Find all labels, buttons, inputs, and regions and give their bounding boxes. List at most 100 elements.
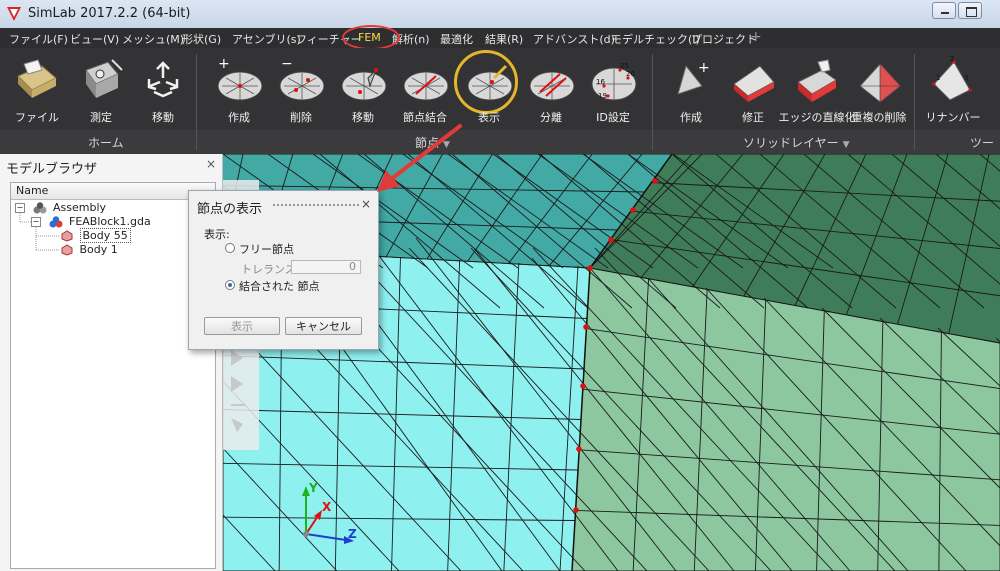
move-button[interactable]: 移動 [132, 54, 194, 130]
menu-bar: ファイル(F) ビュー(V) メッシュ(M) 形状(G) アセンブリ(s) フィ… [0, 28, 1000, 48]
z-axis-label: Z [348, 527, 357, 541]
svg-text:+: + [218, 56, 230, 72]
tree-item-feablock[interactable]: − FEABlock1.gda [31, 215, 151, 229]
node-display-dialog: 節点の表示 × 表示: フリー節点 トレランス 0 結合された 節点 表示 キャ… [188, 190, 379, 350]
title-bar: SimLab 2017.2.2 (64-bit) [0, 0, 1000, 29]
add-tab-icon[interactable]: + [750, 29, 762, 45]
tolerance-input[interactable]: 0 [291, 260, 361, 274]
show-button[interactable]: 表示 [204, 317, 280, 335]
ribbon: ファイル 測定 移動 ホーム + 作成 − 削除 移動 節点結合 表示 分離 2… [0, 48, 1000, 154]
solid-group-text: ソリッドレイヤー [743, 136, 839, 150]
move-button-label: 移動 [152, 111, 174, 124]
node-id-number: 26 [626, 70, 635, 78]
node-merge-icon [403, 71, 449, 101]
tools-group-label: ツー [970, 136, 995, 150]
menu-model-check[interactable]: モデルチェック(I) [611, 31, 700, 47]
merged-node-marker[interactable] [573, 507, 579, 513]
menu-view[interactable]: ビュー(V) [70, 31, 119, 47]
merged-node-marker[interactable] [576, 446, 582, 452]
tree-item-label: Body 1 [79, 243, 118, 256]
solid-group-label: ソリッドレイヤー ▼ [743, 134, 850, 151]
model-browser-title: モデルブラウザ [6, 162, 98, 177]
node-delete-icon: − [279, 56, 325, 101]
close-icon[interactable]: × [361, 197, 371, 211]
node-id-number: 25 [620, 62, 629, 70]
renumber-button[interactable]: 1 2 3 リナンバー [922, 54, 984, 130]
measure-icon [85, 59, 123, 98]
merged-nodes-label[interactable]: 結合された 節点 [239, 278, 320, 294]
free-nodes-radio[interactable] [225, 243, 235, 253]
merged-node-marker[interactable] [630, 207, 636, 213]
model-tree: Name − Assembly − FEABlock1.gda Body 55 … [10, 182, 216, 569]
node-id-button[interactable]: 25 26 16 19 ID設定 [582, 54, 644, 130]
merged-node-marker[interactable] [608, 237, 614, 243]
menu-advanced[interactable]: アドバンスト(d) [533, 31, 615, 47]
collapse-icon[interactable]: − [15, 203, 25, 213]
dialog-drag-handle[interactable] [273, 204, 359, 210]
merged-node-marker[interactable] [580, 383, 586, 389]
svg-text:−: − [281, 56, 293, 72]
tolerance-label: トレランス [241, 263, 296, 276]
maximize-button[interactable] [958, 2, 982, 19]
menu-project[interactable]: プロジェクト [691, 31, 757, 47]
node-move-icon [341, 68, 387, 101]
node-id-icon: 25 26 16 19 [591, 62, 637, 101]
remove-duplicate-button[interactable]: 重複の削除 [848, 54, 910, 130]
tree-item-body-1[interactable]: Body 1 [61, 243, 118, 257]
close-icon[interactable]: × [206, 157, 216, 171]
solid-modify-icon [733, 65, 775, 102]
merged-node-marker[interactable] [652, 178, 658, 184]
home-group-label: ホーム [88, 136, 124, 150]
remove-duplicate-icon [859, 63, 901, 103]
solid-modify-button[interactable]: 修正 [722, 54, 784, 130]
menu-mesh[interactable]: メッシュ(M) [122, 31, 184, 47]
minimize-button[interactable] [932, 2, 956, 19]
file-button[interactable]: ファイル [6, 54, 68, 130]
cancel-button[interactable]: キャンセル [285, 317, 362, 335]
separator-solid-tools [914, 54, 915, 150]
move-arrows-icon [147, 61, 179, 98]
tree-item-assembly[interactable]: − Assembly [15, 201, 106, 215]
remove-duplicate-label: 重複の削除 [851, 111, 907, 124]
collapse-icon[interactable]: − [31, 217, 41, 227]
tree-column-header[interactable]: Name [11, 183, 215, 200]
assembly-icon [33, 202, 46, 214]
file-folder-icon [17, 59, 57, 98]
tree-item-body-55[interactable]: Body 55 [61, 228, 131, 243]
menu-results[interactable]: 結果(R) [485, 31, 523, 47]
group-expand-icon[interactable]: ▼ [443, 140, 450, 150]
simlab-logo-icon [7, 7, 21, 21]
fem-annotation-circle [342, 25, 400, 50]
menu-file[interactable]: ファイル(F) [9, 31, 68, 47]
display-section-label: 表示: [204, 228, 230, 241]
solid-create-icon: + [677, 60, 710, 95]
menu-optimization[interactable]: 最適化 [440, 31, 473, 47]
node-id-number: 19 [598, 92, 607, 100]
group-expand-icon[interactable]: ▼ [843, 140, 850, 150]
axis-triad: Y X Z [302, 481, 357, 544]
window-title: SimLab 2017.2.2 (64-bit) [28, 6, 191, 21]
x-axis-label: X [322, 500, 332, 514]
body-icon [61, 244, 73, 256]
edge-straighten-icon [797, 59, 837, 102]
separator-home-nodes [196, 54, 197, 150]
node-merge-button[interactable]: 節点結合 [394, 54, 456, 130]
node-create-icon: + [217, 56, 263, 101]
nodes-group-text: 節点 [415, 136, 440, 150]
tree-item-label: Assembly [53, 201, 107, 214]
separator-nodes-solid [652, 54, 653, 150]
merged-node-marker[interactable] [587, 265, 593, 271]
renumber-icon: 1 2 3 [932, 56, 972, 101]
node-id-label: ID設定 [596, 111, 630, 124]
menu-assembly[interactable]: アセンブリ(s) [232, 31, 301, 47]
svg-text:+: + [698, 60, 710, 76]
free-nodes-label[interactable]: フリー節点 [239, 241, 294, 257]
app-window: SimLab 2017.2.2 (64-bit) ファイル(F) ビュー(V) … [0, 0, 1000, 571]
minimize-icon [941, 12, 949, 14]
renumber-number: 3 [964, 74, 968, 82]
renumber-number: 2 [950, 56, 954, 63]
dialog-title: 節点の表示 [197, 202, 263, 217]
merged-nodes-radio[interactable] [225, 280, 235, 290]
menu-geometry[interactable]: 形状(G) [182, 31, 221, 47]
merged-node-marker[interactable] [583, 324, 589, 330]
